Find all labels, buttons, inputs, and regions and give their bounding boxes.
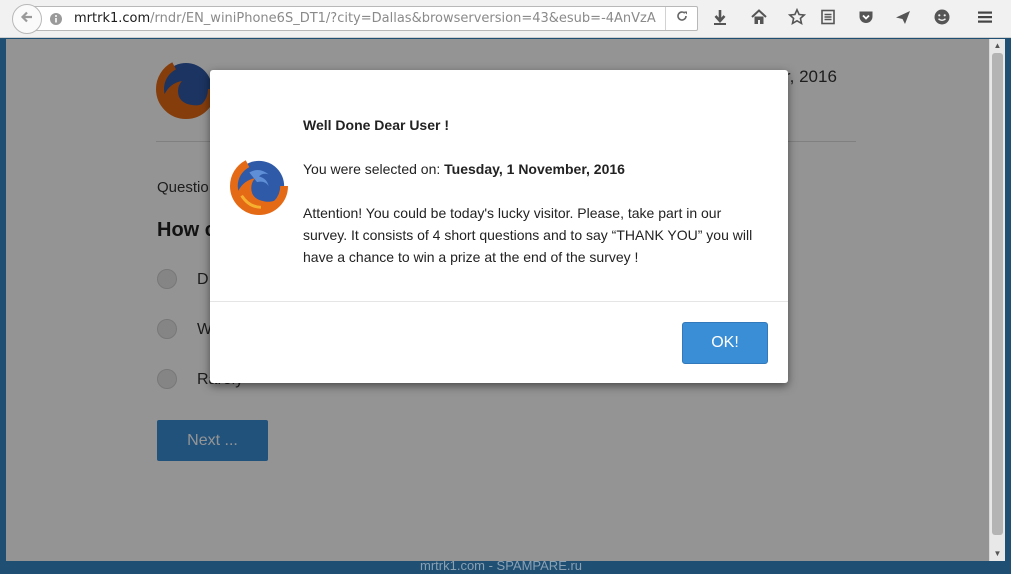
dialog-divider: [210, 301, 788, 302]
pocket-icon: [857, 8, 875, 31]
selected-date-line: You were selected on: Tuesday, 1 Novembe…: [303, 158, 765, 180]
pocket-button[interactable]: [855, 8, 877, 30]
url-text[interactable]: mrtrk1.com/rndr/EN_winiPhone6S_DT1/?city…: [74, 11, 664, 26]
selected-prefix: You were selected on:: [303, 161, 445, 177]
ok-button[interactable]: OK!: [682, 322, 768, 364]
send-tab-icon: [894, 8, 912, 31]
dialog-title: Well Done Dear User !: [303, 117, 450, 133]
download-button[interactable]: [709, 8, 731, 30]
dialog-message: Attention! You could be today's lucky vi…: [303, 205, 753, 265]
dialog-body: Well Done Dear User ! You were selected …: [303, 114, 765, 268]
menu-button[interactable]: [974, 8, 996, 30]
footer-text: mrtrk1.com - SPAMPARE.ru: [420, 561, 583, 573]
url-bar[interactable]: mrtrk1.com/rndr/EN_winiPhone6S_DT1/?city…: [28, 6, 698, 31]
reload-button[interactable]: [665, 7, 698, 30]
scroll-up-icon[interactable]: ▲: [992, 40, 1003, 52]
scrollbar-thumb[interactable]: [992, 53, 1003, 535]
scroll-down-icon[interactable]: ▼: [992, 548, 1003, 560]
identity-icon[interactable]: [49, 12, 63, 26]
back-icon: [19, 9, 35, 30]
prize-dialog: Well Done Dear User ! You were selected …: [210, 70, 788, 383]
url-host: mrtrk1.com: [74, 11, 151, 26]
send-tab-button[interactable]: [892, 8, 914, 30]
browser-toolbar: mrtrk1.com/rndr/EN_winiPhone6S_DT1/?city…: [0, 0, 1011, 38]
reload-icon: [675, 9, 689, 28]
hello-icon: [933, 8, 951, 31]
selected-date: Tuesday, 1 November, 2016: [444, 161, 625, 177]
firefox-logo-icon: [230, 157, 288, 215]
home-button[interactable]: [748, 8, 770, 30]
bookmark-button[interactable]: [786, 7, 808, 31]
url-path: /rndr/EN_winiPhone6S_DT1/?city=Dallas&br…: [150, 11, 656, 26]
menu-icon: [976, 8, 994, 31]
bookmark-star-icon: [787, 7, 807, 31]
hello-button[interactable]: [931, 8, 953, 30]
reading-list-button[interactable]: [817, 8, 839, 30]
back-button[interactable]: [12, 4, 42, 34]
footer-strip: mrtrk1.com - SPAMPARE.ru: [0, 561, 1011, 574]
reading-list-icon: [819, 8, 837, 31]
home-icon: [750, 8, 768, 31]
scrollbar[interactable]: ▲ ▼: [989, 39, 1005, 561]
download-icon: [711, 8, 729, 31]
